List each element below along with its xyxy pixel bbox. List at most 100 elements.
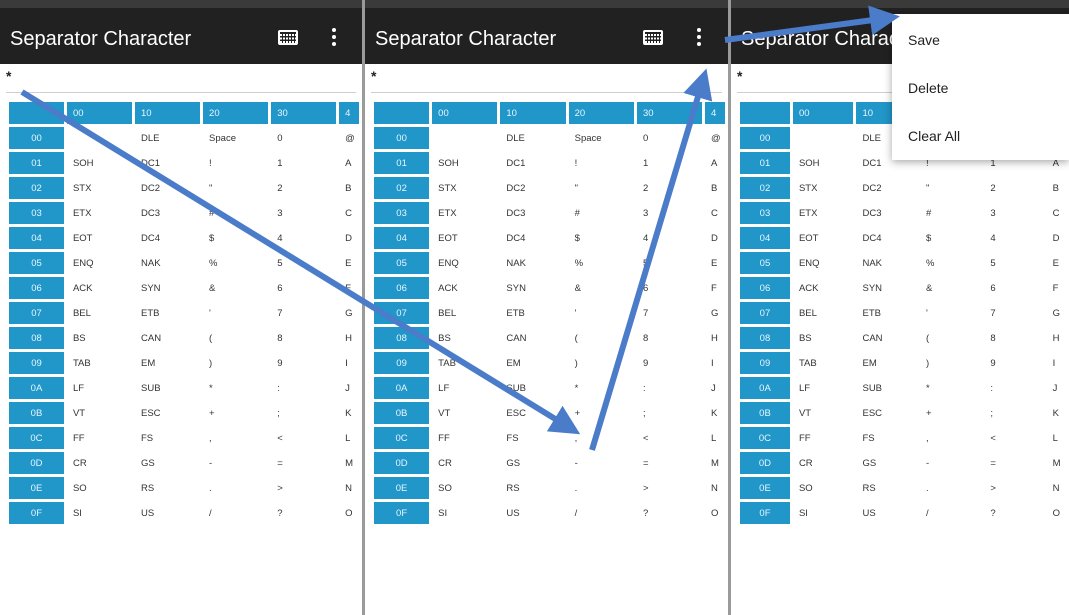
table-cell[interactable]: 0	[637, 127, 702, 149]
table-cell[interactable]: !	[569, 152, 634, 174]
row-header[interactable]: 07	[740, 302, 790, 324]
table-cell[interactable]: "	[569, 177, 634, 199]
row-header[interactable]: 02	[9, 177, 64, 199]
table-cell[interactable]: )	[920, 352, 981, 374]
row-header[interactable]: 0B	[374, 402, 430, 424]
table-cell[interactable]: 8	[271, 327, 336, 349]
table-cell[interactable]: ENQ	[793, 252, 854, 274]
table-cell[interactable]: ACK	[67, 277, 132, 299]
row-header[interactable]: 0A	[9, 377, 64, 399]
table-cell[interactable]: ENQ	[67, 252, 132, 274]
table-cell[interactable]: /	[203, 502, 268, 524]
column-header[interactable]	[9, 102, 64, 124]
column-header[interactable]: 20	[203, 102, 269, 124]
table-cell[interactable]: F	[1047, 277, 1066, 299]
row-header[interactable]: 06	[9, 277, 64, 299]
table-cell[interactable]: B	[1047, 177, 1066, 199]
column-header[interactable]: 00	[432, 102, 498, 124]
table-cell[interactable]: ;	[637, 402, 702, 424]
table-cell[interactable]: SI	[67, 502, 132, 524]
table-cell[interactable]: SYN	[135, 277, 200, 299]
table-cell[interactable]: US	[135, 502, 200, 524]
table-cell[interactable]: )	[203, 352, 268, 374]
table-cell[interactable]: +	[203, 402, 268, 424]
row-header[interactable]: 03	[9, 202, 64, 224]
row-header[interactable]: 01	[9, 152, 64, 174]
table-cell[interactable]: M	[1047, 452, 1066, 474]
keyboard-icon[interactable]	[643, 30, 663, 45]
table-cell[interactable]	[432, 127, 497, 149]
table-cell[interactable]: :	[637, 377, 702, 399]
row-header[interactable]: 0C	[374, 427, 430, 449]
table-cell[interactable]: $	[569, 227, 634, 249]
table-cell[interactable]: C	[705, 202, 725, 224]
table-cell[interactable]: (	[569, 327, 634, 349]
table-cell[interactable]: &	[920, 277, 981, 299]
table-cell[interactable]: L	[705, 427, 725, 449]
table-cell[interactable]: 8	[984, 327, 1043, 349]
table-cell[interactable]: NAK	[500, 252, 565, 274]
table-cell[interactable]: ?	[637, 502, 702, 524]
row-header[interactable]: 0A	[374, 377, 430, 399]
table-cell[interactable]: @	[705, 127, 725, 149]
table-cell[interactable]: BS	[67, 327, 132, 349]
table-cell[interactable]: D	[339, 227, 359, 249]
table-cell[interactable]: M	[339, 452, 359, 474]
table-cell[interactable]: K	[1047, 402, 1066, 424]
table-cell[interactable]: CAN	[856, 327, 916, 349]
table-cell[interactable]: 4	[637, 227, 702, 249]
row-header[interactable]: 06	[374, 277, 430, 299]
table-cell[interactable]: <	[271, 427, 336, 449]
column-header[interactable]: 20	[568, 102, 634, 124]
table-cell[interactable]: TAB	[67, 352, 132, 374]
menu-item-clear-all[interactable]: Clear All	[908, 128, 960, 144]
table-cell[interactable]: SUB	[135, 377, 200, 399]
row-header[interactable]: 00	[9, 127, 64, 149]
table-cell[interactable]: ,	[920, 427, 981, 449]
table-cell[interactable]: DC4	[500, 227, 565, 249]
table-cell[interactable]: C	[1047, 202, 1066, 224]
table-cell[interactable]: LF	[432, 377, 497, 399]
table-cell[interactable]: CAN	[500, 327, 565, 349]
table-cell[interactable]: DC3	[135, 202, 200, 224]
table-cell[interactable]: STX	[432, 177, 497, 199]
table-cell[interactable]: SUB	[856, 377, 916, 399]
table-cell[interactable]: 5	[984, 252, 1043, 274]
table-cell[interactable]: ,	[203, 427, 268, 449]
table-cell[interactable]: 7	[984, 302, 1043, 324]
table-cell[interactable]: E	[1047, 252, 1066, 274]
table-cell[interactable]: FF	[793, 427, 854, 449]
table-cell[interactable]: &	[569, 277, 634, 299]
table-cell[interactable]: CR	[793, 452, 854, 474]
table-cell[interactable]: -	[203, 452, 268, 474]
table-cell[interactable]: *	[203, 377, 268, 399]
table-cell[interactable]: DLE	[135, 127, 200, 149]
table-cell[interactable]: EM	[856, 352, 916, 374]
row-header[interactable]: 0F	[740, 502, 790, 524]
table-cell[interactable]: <	[984, 427, 1043, 449]
table-cell[interactable]: FS	[135, 427, 200, 449]
table-cell[interactable]: 2	[271, 177, 336, 199]
row-header[interactable]: 0E	[740, 477, 790, 499]
table-cell[interactable]: TAB	[432, 352, 497, 374]
row-header[interactable]: 0C	[9, 427, 64, 449]
table-cell[interactable]: SOH	[432, 152, 497, 174]
table-cell[interactable]: SUB	[500, 377, 565, 399]
row-header[interactable]: 0E	[374, 477, 430, 499]
table-cell[interactable]: SO	[793, 477, 854, 499]
row-header[interactable]: 07	[374, 302, 430, 324]
row-header[interactable]: 09	[374, 352, 430, 374]
column-header[interactable]: 30	[636, 102, 703, 124]
table-cell[interactable]: J	[339, 377, 359, 399]
table-cell[interactable]: US	[500, 502, 565, 524]
table-cell[interactable]: /	[920, 502, 981, 524]
table-cell[interactable]: RS	[500, 477, 565, 499]
table-cell[interactable]: ;	[271, 402, 336, 424]
table-cell[interactable]: DC1	[500, 152, 565, 174]
table-cell[interactable]: GS	[135, 452, 200, 474]
table-cell[interactable]: $	[920, 227, 981, 249]
table-cell[interactable]: GS	[500, 452, 565, 474]
table-cell[interactable]: I	[339, 352, 359, 374]
table-cell[interactable]: "	[920, 177, 981, 199]
table-cell[interactable]: J	[705, 377, 725, 399]
